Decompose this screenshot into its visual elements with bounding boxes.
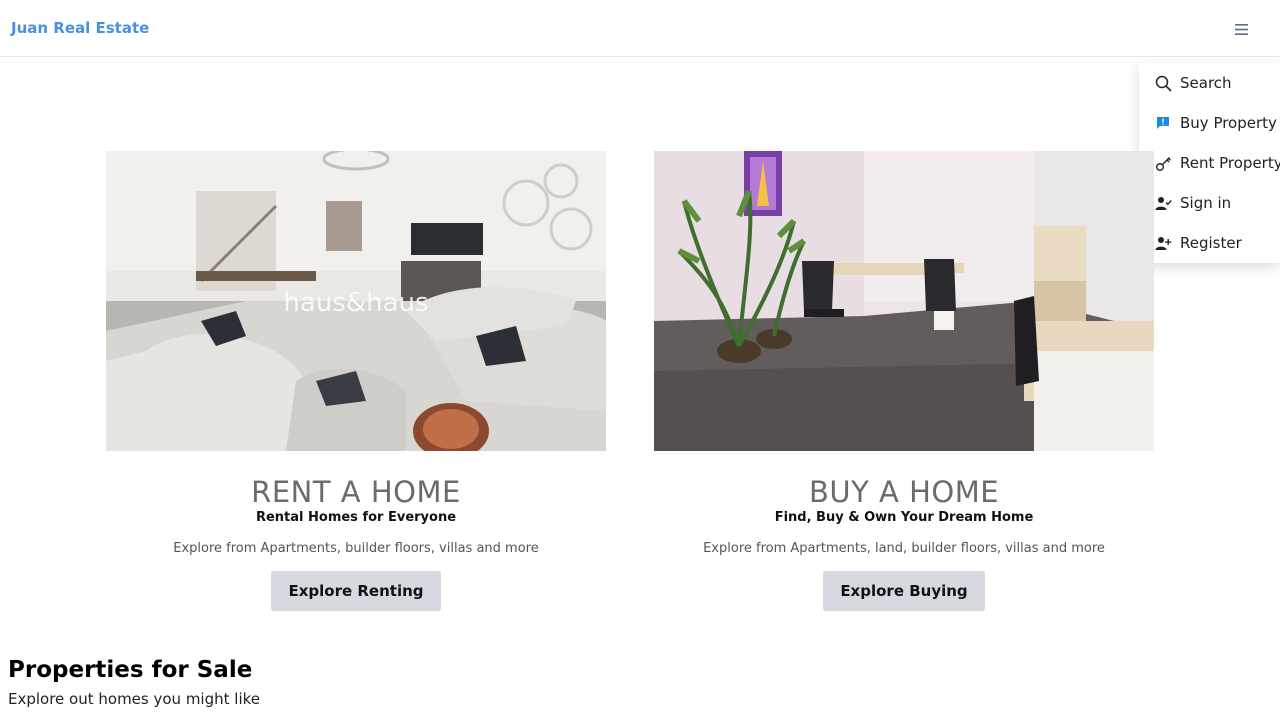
menu-item-label: Rent Property bbox=[1180, 154, 1280, 172]
user-plus-icon bbox=[1154, 234, 1172, 252]
key-icon bbox=[1154, 154, 1172, 172]
rent-card-description: Explore from Apartments, builder floors,… bbox=[173, 541, 539, 556]
brand-logo-link[interactable]: Juan Real Estate bbox=[11, 19, 149, 37]
buy-card-subtitle: Find, Buy & Own Your Dream Home bbox=[774, 510, 1034, 525]
buy-card-description: Explore from Apartments, land, builder f… bbox=[703, 541, 1105, 556]
menu-item-register[interactable]: Register bbox=[1139, 223, 1280, 263]
explore-buying-button[interactable]: Explore Buying bbox=[823, 571, 985, 611]
buy-card: BUY A HOME Find, Buy & Own Your Dream Ho… bbox=[654, 151, 1154, 611]
rent-card-title: RENT A HOME bbox=[251, 475, 461, 509]
top-navbar: Juan Real Estate bbox=[0, 0, 1280, 57]
properties-section-subtitle: Explore out homes you might like bbox=[8, 690, 260, 708]
rent-card-subtitle: Rental Homes for Everyone bbox=[255, 510, 457, 525]
search-icon bbox=[1154, 74, 1172, 92]
info-message-icon bbox=[1154, 114, 1172, 132]
rent-card: haus&haus RENT A HOME Rental Homes for E… bbox=[106, 151, 606, 611]
menu-item-buy-property[interactable]: Buy Property bbox=[1139, 103, 1280, 143]
menu-item-label: Sign in bbox=[1180, 194, 1232, 212]
buy-card-title: BUY A HOME bbox=[808, 475, 1000, 509]
properties-section-title: Properties for Sale bbox=[8, 657, 253, 683]
hamburger-icon[interactable] bbox=[1232, 20, 1250, 38]
menu-item-search[interactable]: Search bbox=[1139, 63, 1280, 103]
living-room-photo: haus&haus bbox=[106, 151, 606, 451]
menu-item-label: Register bbox=[1180, 234, 1242, 252]
office-room-photo bbox=[654, 151, 1154, 451]
menu-item-label: Buy Property bbox=[1180, 114, 1277, 132]
menu-item-sign-in[interactable]: Sign in bbox=[1139, 183, 1280, 223]
user-check-icon bbox=[1154, 194, 1172, 212]
svg-text:haus&haus: haus&haus bbox=[283, 288, 428, 318]
explore-renting-button[interactable]: Explore Renting bbox=[271, 571, 441, 611]
menu-item-rent-property[interactable]: Rent Property bbox=[1139, 143, 1280, 183]
menu-item-label: Search bbox=[1180, 74, 1232, 92]
nav-dropdown-menu: Search Buy Property Rent Property Sign i… bbox=[1139, 63, 1280, 263]
